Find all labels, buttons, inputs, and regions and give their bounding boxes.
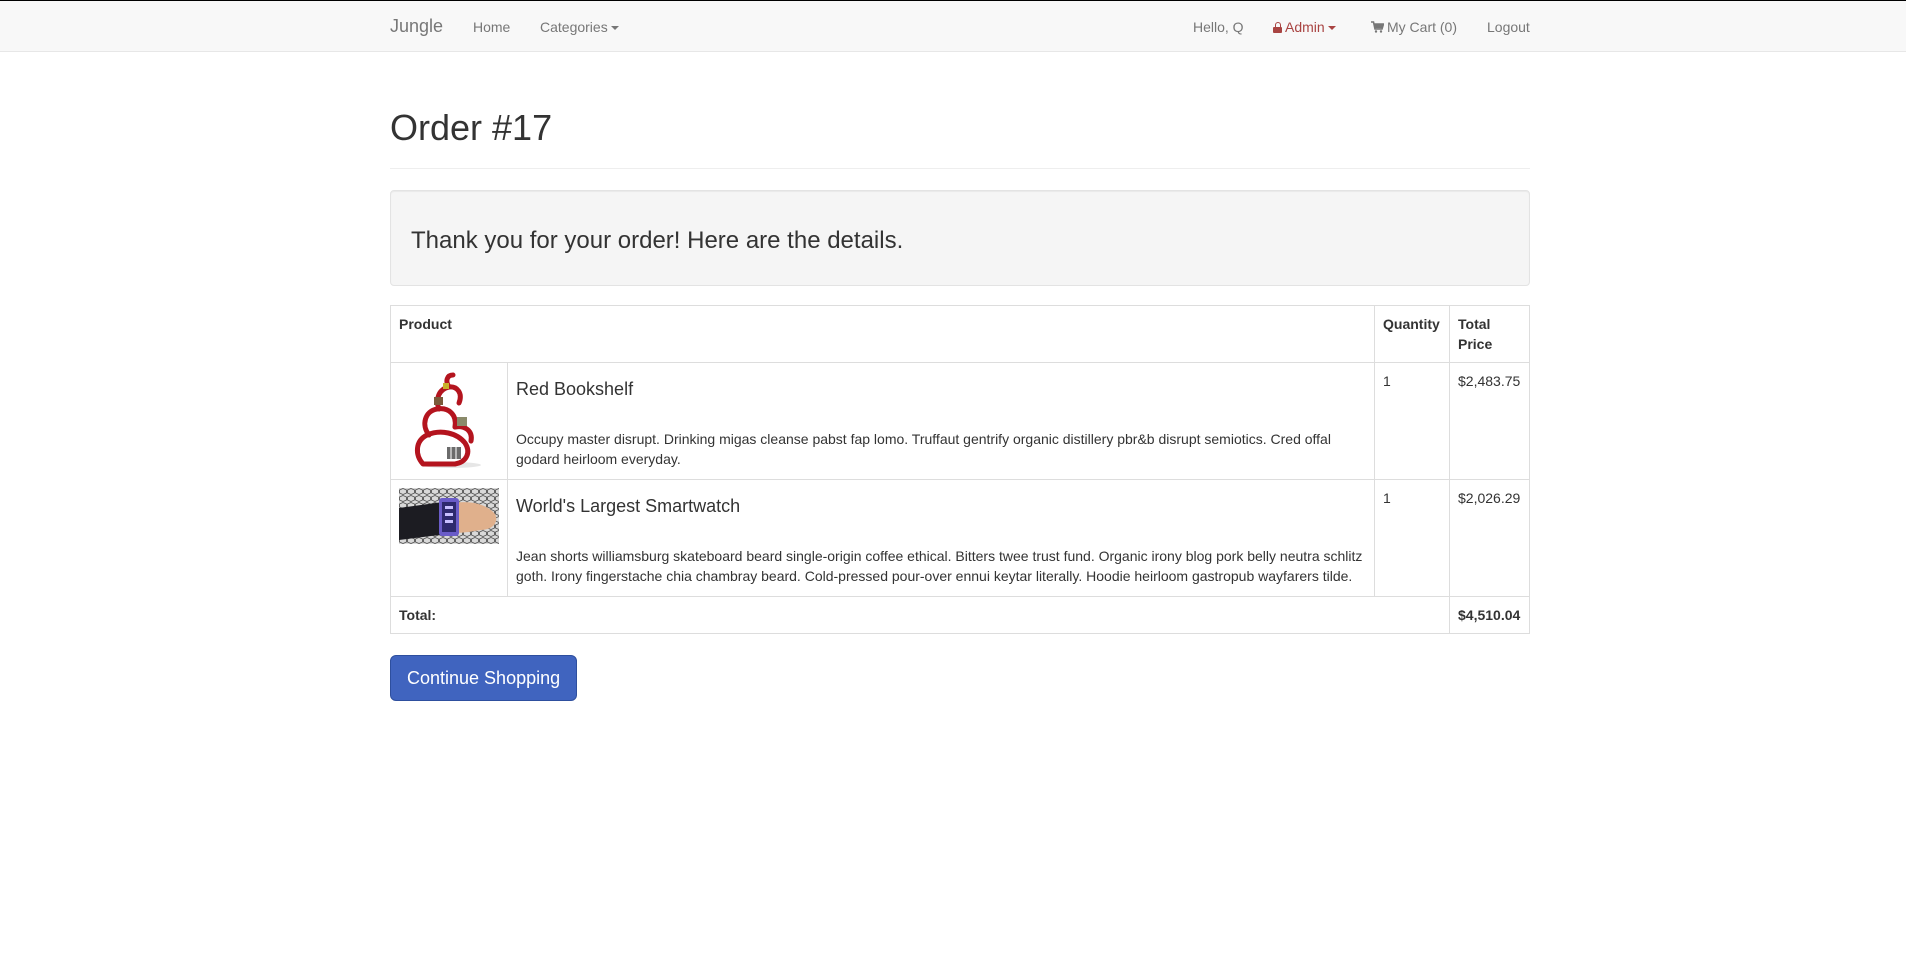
nav-categories-label: Categories [540, 19, 608, 35]
nav-logout-link[interactable]: Logout [1487, 18, 1530, 36]
product-quantity: 1 [1374, 479, 1450, 597]
nav-admin-dropdown[interactable]: Admin [1273, 18, 1336, 36]
header-quantity: Quantity [1374, 305, 1450, 363]
product-details-cell: World's Largest Smartwatch Jean shorts w… [507, 479, 1375, 597]
nav-cart-label: My Cart (0) [1387, 19, 1457, 35]
order-confirmation-panel: Thank you for your order! Here are the d… [390, 190, 1530, 286]
order-confirmation-message: Thank you for your order! Here are the d… [411, 227, 904, 254]
product-quantity: 1 [1374, 362, 1450, 480]
nav-greeting: Hello, Q [1193, 19, 1244, 35]
title-divider [390, 168, 1530, 169]
order-items-table: Product Quantity Total Price Red Bookshe… [390, 305, 1530, 634]
header-total-price: Total Price [1449, 305, 1530, 363]
product-details-cell: Red Bookshelf Occupy master disrupt. Dri… [507, 362, 1375, 480]
product-description: Occupy master disrupt. Drinking migas cl… [516, 431, 1331, 467]
lock-icon [1273, 22, 1282, 33]
page-title: Order #17 [390, 107, 553, 148]
order-total-row: Total: $4,510.04 [390, 596, 1530, 634]
order-total-label: Total: [390, 596, 1450, 634]
red-bookshelf-image [399, 371, 499, 471]
table-row: Red Bookshelf Occupy master disrupt. Dri… [390, 362, 1530, 480]
nav-cart-link[interactable]: My Cart (0) [1371, 18, 1457, 36]
product-total-price: $2,483.75 [1449, 362, 1530, 480]
order-total-value: $4,510.04 [1449, 596, 1530, 634]
continue-shopping-button[interactable]: Continue Shopping [390, 655, 578, 701]
header-product: Product [390, 305, 1375, 363]
nav-admin-label: Admin [1285, 19, 1325, 35]
navbar-inner: Jungle Home Categories Hello, Q Admin My… [390, 1, 1530, 51]
table-row: World's Largest Smartwatch Jean shorts w… [390, 479, 1530, 597]
shopping-cart-icon [1371, 21, 1384, 33]
nav-home-link[interactable]: Home [473, 18, 510, 36]
product-total-price: $2,026.29 [1449, 479, 1530, 597]
navbar: Jungle Home Categories Hello, Q Admin My… [0, 0, 1906, 52]
product-name[interactable]: World's Largest Smartwatch [516, 496, 1366, 516]
brand-link[interactable]: Jungle [390, 16, 443, 36]
caret-down-icon [1327, 26, 1336, 31]
product-description: Jean shorts williamsburg skateboard bear… [516, 548, 1363, 584]
table-header-row: Product Quantity Total Price [390, 305, 1530, 363]
smartwatch-image [399, 488, 499, 544]
product-name[interactable]: Red Bookshelf [516, 379, 1366, 399]
product-image-cell [390, 362, 508, 480]
nav-categories-dropdown[interactable]: Categories [540, 18, 619, 36]
product-image-cell [390, 479, 508, 597]
caret-down-icon [610, 26, 619, 31]
